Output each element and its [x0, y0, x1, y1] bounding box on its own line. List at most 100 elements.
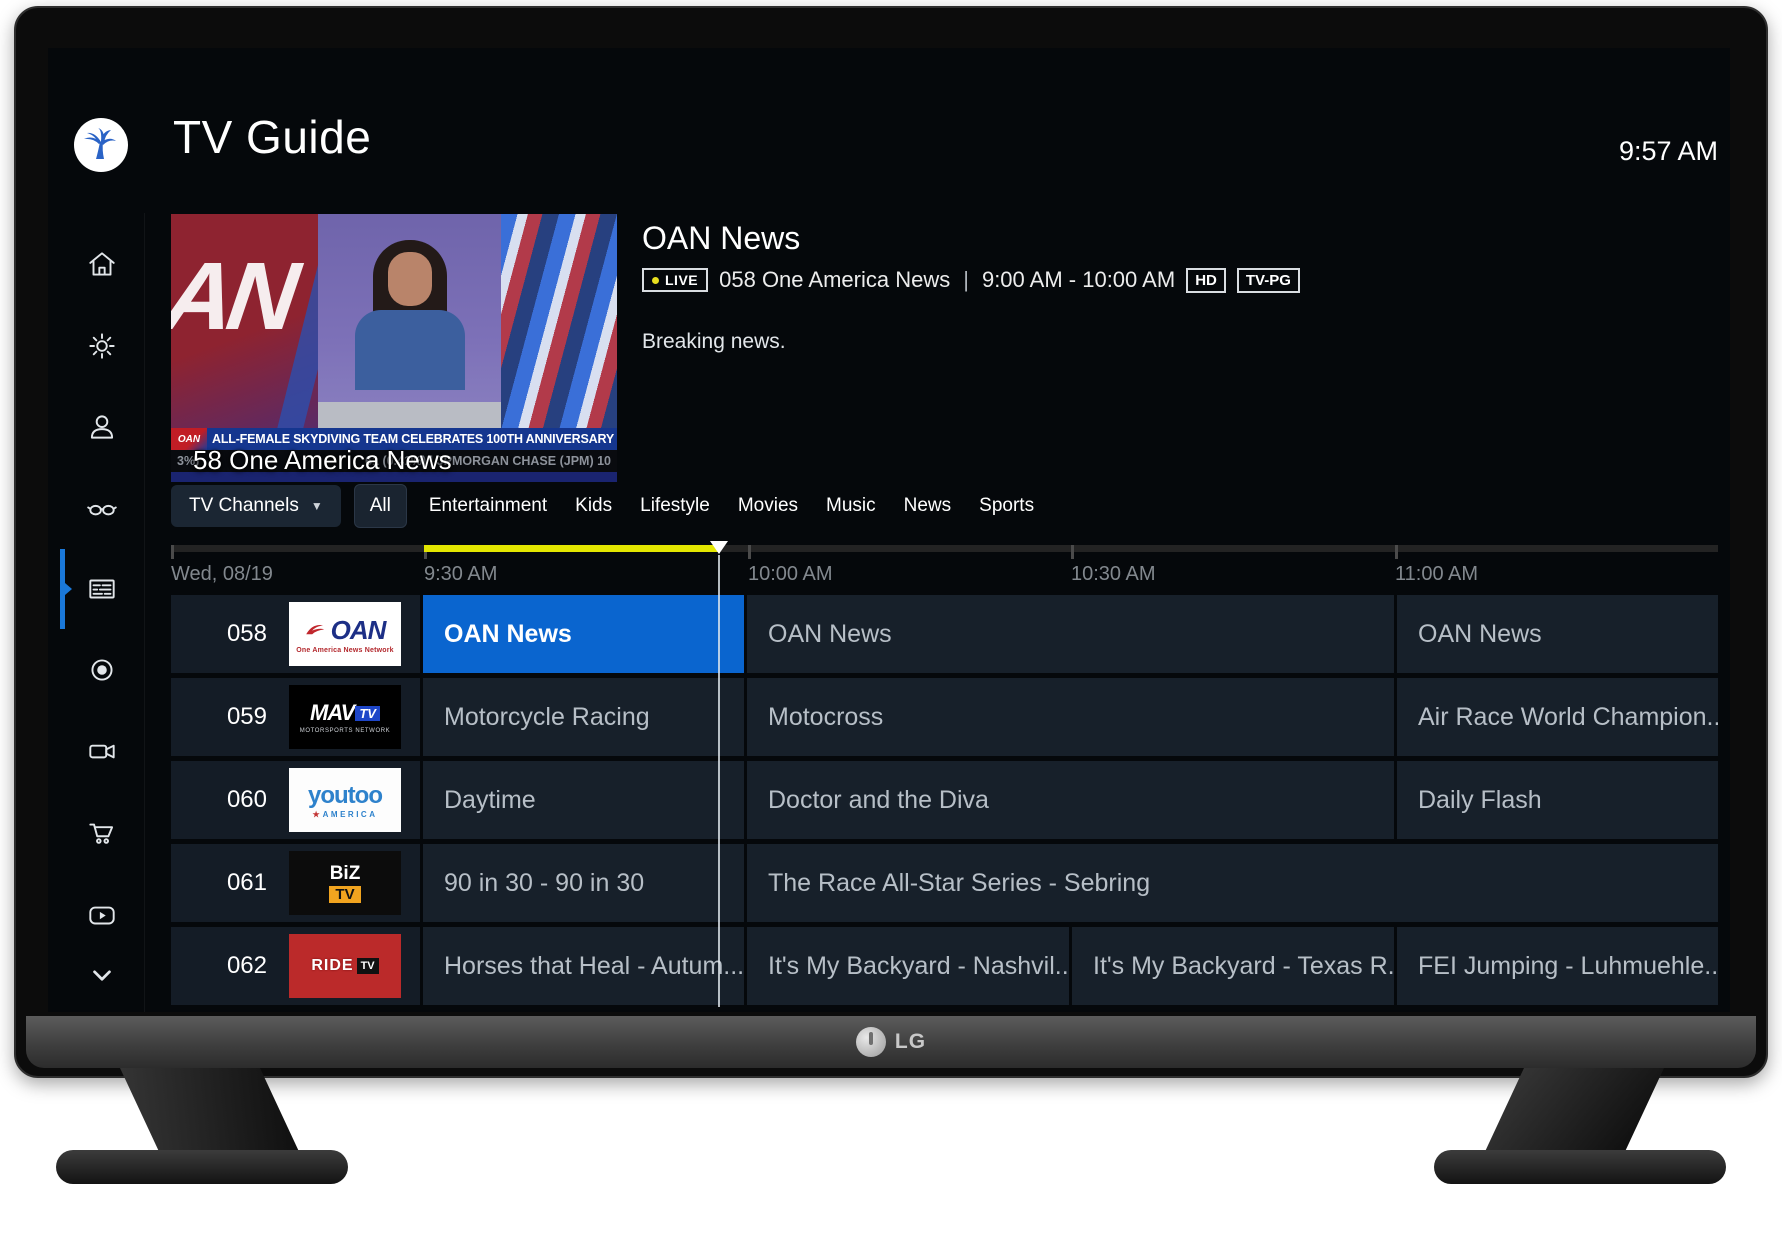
program-cell[interactable]: Doctor and the Diva: [747, 761, 1394, 839]
program-cell[interactable]: OAN News: [1397, 595, 1718, 673]
tab-music[interactable]: Music: [812, 485, 890, 527]
news-studio-scene: AN: [171, 214, 617, 428]
channel-number: 062: [171, 952, 267, 980]
tab-all[interactable]: All: [354, 484, 407, 528]
sun-icon: [85, 329, 119, 363]
table-row-channel-061: 061 BiZ TV 90 in 30 - 90 in 30 The Race …: [171, 844, 1718, 922]
program-cell[interactable]: Horses that Heal - Autum...: [423, 927, 744, 1005]
sidebar-item-weather[interactable]: [85, 329, 119, 363]
tab-lifestyle[interactable]: Lifestyle: [626, 485, 724, 527]
studio-couch: [318, 402, 501, 428]
time-label: 11:00 AM: [1395, 563, 1478, 586]
meta-separator: |: [961, 267, 971, 293]
sidebar-item-tv-guide[interactable]: [85, 572, 119, 606]
live-video-preview[interactable]: AN OAN ALL-FEMALE SKYDIVING TEAM CELEBRA…: [171, 214, 617, 482]
program-cell[interactable]: OAN News: [423, 595, 744, 673]
live-badge: LIVE: [642, 268, 708, 292]
channel-rows: 058 OAN One America News Network OAN New…: [171, 595, 1718, 1005]
program-cell[interactable]: Motorcycle Racing: [423, 678, 744, 756]
sidebar-item-shop[interactable]: [85, 815, 119, 849]
program-cell[interactable]: FEI Jumping - Luhmuehle...: [1397, 927, 1718, 1005]
video-camera-icon: [85, 734, 119, 768]
tv-stand-base-right: [1434, 1150, 1726, 1184]
current-time-line: [718, 555, 720, 1007]
channel-info: 058 One America News: [719, 267, 950, 293]
program-cell[interactable]: The Race All-Star Series - Sebring: [747, 844, 1718, 922]
sidebar-item-videos[interactable]: [85, 898, 119, 932]
channel-number: 058: [171, 620, 267, 648]
channels-dropdown[interactable]: TV Channels ▼: [171, 485, 341, 527]
table-row-channel-060: 060 youtoo ★AMERICA Daytime Doctor and t…: [171, 761, 1718, 839]
table-row-channel-059: 059 MAVTV MOTORSPORTS NETWORK Motorcycle…: [171, 678, 1718, 756]
table-row-channel-062: 062 RIDE TV Horses that Heal - Autum... …: [171, 927, 1718, 1005]
play-box-icon: [85, 898, 119, 932]
program-cell[interactable]: 90 in 30 - 90 in 30: [423, 844, 744, 922]
sidebar-item-glasses[interactable]: [85, 491, 119, 525]
oan-eagle-icon: [305, 622, 329, 638]
program-description: Breaking news.: [642, 330, 786, 354]
program-cell[interactable]: Air Race World Champion...: [1397, 678, 1718, 756]
program-cell[interactable]: Daytime: [423, 761, 744, 839]
tv-frame: TV Guide 9:57 AM: [14, 6, 1768, 1078]
sidebar-item-profile[interactable]: [85, 410, 119, 444]
channels-dropdown-label: TV Channels: [189, 495, 299, 517]
tab-sports[interactable]: Sports: [965, 485, 1048, 527]
channel-cell-062[interactable]: 062 RIDE TV: [171, 927, 420, 1005]
video-caption: 58 One America News: [193, 445, 452, 476]
tab-movies[interactable]: Movies: [724, 485, 812, 527]
time-range: 9:00 AM - 10:00 AM: [982, 267, 1175, 293]
program-cell[interactable]: It's My Backyard - Texas R...: [1072, 927, 1394, 1005]
channel-cell-061[interactable]: 061 BiZ TV: [171, 844, 420, 922]
chevron-down-icon: ▼: [311, 499, 323, 513]
cart-icon: [85, 815, 119, 849]
tab-news[interactable]: News: [890, 485, 966, 527]
mavtv-logo: MAVTV MOTORSPORTS NETWORK: [289, 685, 401, 749]
anchor-body: [355, 310, 465, 390]
timeline-labels: Wed, 08/19 9:30 AM 10:00 AM 10:30 AM 11:…: [171, 552, 1718, 592]
sidebar-item-camera[interactable]: [85, 734, 119, 768]
clock: 9:57 AM: [1619, 136, 1718, 167]
tv-stand-base-left: [56, 1150, 348, 1184]
home-icon: [85, 248, 119, 282]
sidebar: [48, 213, 145, 1012]
lg-logo-icon: [856, 1027, 886, 1057]
sidebar-active-indicator: [60, 549, 65, 629]
glasses-icon: [85, 491, 119, 525]
date-label: Wed, 08/19: [171, 563, 273, 586]
oan-logo: OAN One America News Network: [289, 602, 401, 666]
tab-kids[interactable]: Kids: [561, 485, 626, 527]
channel-cell-058[interactable]: 058 OAN One America News Network: [171, 595, 420, 673]
person-icon: [85, 410, 119, 444]
tv-screen: TV Guide 9:57 AM: [48, 48, 1730, 1012]
palm-tree-icon: [81, 125, 121, 165]
sidebar-item-home[interactable]: [85, 248, 119, 282]
sidebar-item-record[interactable]: [85, 653, 119, 687]
app-logo-palm-tree-icon: [74, 118, 128, 172]
time-label: 10:00 AM: [748, 563, 833, 586]
record-icon: [85, 653, 119, 687]
time-label: 10:30 AM: [1071, 563, 1156, 586]
live-dot-icon: [652, 277, 659, 284]
oan-backdrop-left: AN: [171, 214, 318, 428]
timeline-track: [171, 545, 1718, 552]
channel-cell-059[interactable]: 059 MAVTV MOTORSPORTS NETWORK: [171, 678, 420, 756]
program-cell[interactable]: OAN News: [747, 595, 1394, 673]
live-label: LIVE: [665, 272, 698, 288]
program-title: OAN News: [642, 220, 800, 257]
tv-stand-right: [1484, 1068, 1664, 1154]
program-cell[interactable]: It's My Backyard - Nashvil...: [747, 927, 1069, 1005]
epg-guide: Wed, 08/19 9:30 AM 10:00 AM 10:30 AM 11:…: [171, 545, 1718, 1010]
chevron-down-icon: [85, 958, 119, 992]
channel-number: 059: [171, 703, 267, 731]
sidebar-item-more[interactable]: [85, 958, 119, 992]
program-cell[interactable]: Motocross: [747, 678, 1394, 756]
tab-entertainment[interactable]: Entertainment: [415, 485, 561, 527]
tv-bottom-bezel: LG: [26, 1016, 1756, 1068]
channel-number: 061: [171, 869, 267, 897]
filter-bar: TV Channels ▼ All Entertainment Kids Lif…: [171, 485, 1048, 527]
program-cell[interactable]: Daily Flash: [1397, 761, 1718, 839]
channel-cell-060[interactable]: 060 youtoo ★AMERICA: [171, 761, 420, 839]
program-meta-row: LIVE 058 One America News | 9:00 AM - 10…: [642, 264, 1300, 296]
tv-stand-left: [120, 1068, 300, 1154]
backdrop-letters: AN: [171, 242, 299, 352]
